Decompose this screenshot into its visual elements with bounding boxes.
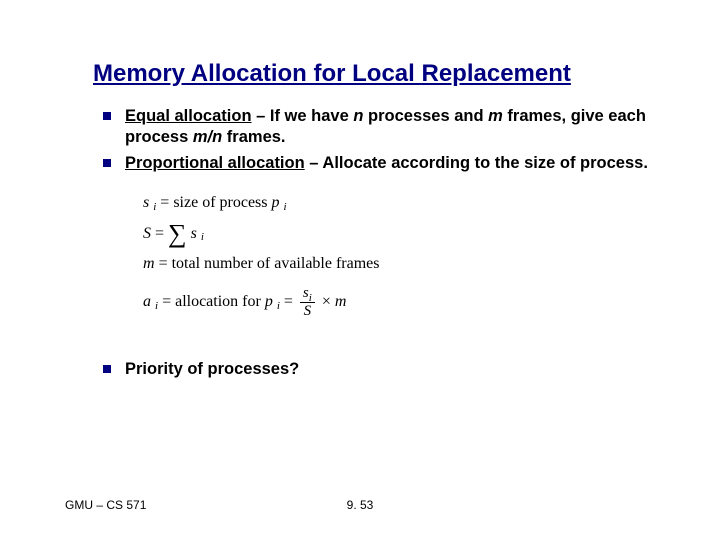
bullet-text: Equal allocation – If we have n processe… [125, 106, 660, 149]
sym: S [143, 219, 151, 249]
bullet-item: Priority of processes? [103, 359, 660, 380]
bullet-item: Equal allocation – If we have n processe… [103, 106, 660, 149]
sym: S [301, 303, 315, 320]
sub: i [155, 296, 158, 317]
text: – Allocate according to the size of proc… [305, 154, 648, 172]
bullet-icon [103, 159, 111, 167]
bullet-icon [103, 365, 111, 373]
sym: p [265, 287, 273, 317]
sym: s [143, 188, 149, 218]
footer-course: GMU – CS 571 [65, 498, 146, 512]
text: frames. [222, 128, 285, 146]
sum-icon: ∑ [168, 224, 187, 245]
term: Proportional allocation [125, 154, 305, 172]
formula-line: S = ∑ si [143, 219, 660, 249]
sym: a [143, 287, 151, 317]
bullet-text: Proportional allocation – Allocate accor… [125, 153, 648, 174]
sym: s [191, 219, 197, 249]
formula-block: si = size of process pi S = ∑ si m = tot… [143, 188, 660, 319]
bullet-icon [103, 112, 111, 120]
formula-line: m = total number of available frames [143, 249, 660, 279]
text: × [322, 287, 331, 317]
formula-line: ai = allocation for pi = si S × m [143, 285, 660, 319]
bullet-text: Priority of processes? [125, 359, 299, 380]
sym: p [272, 188, 280, 218]
sub: i [277, 296, 280, 317]
var: m/n [193, 128, 222, 146]
text: = total number of available frames [159, 249, 380, 279]
bullet-item: Proportional allocation – Allocate accor… [103, 153, 660, 174]
term: Equal allocation [125, 107, 252, 125]
slide-title: Memory Allocation for Local Replacement [93, 60, 660, 88]
sym: m [335, 287, 347, 317]
sub: i [284, 197, 287, 218]
var: m [488, 107, 503, 125]
sub: i [153, 197, 156, 218]
text: = [284, 287, 293, 317]
var: n [353, 107, 363, 125]
fraction: si S [300, 285, 315, 319]
bullet-list: Equal allocation – If we have n processe… [103, 106, 660, 381]
footer-page: 9. 53 [347, 498, 374, 512]
sub: i [201, 227, 204, 248]
text: = [155, 219, 164, 249]
text: = size of process [160, 188, 267, 218]
text: – If we have [252, 107, 354, 125]
sym: m [143, 249, 155, 279]
text: processes and [363, 107, 488, 125]
sub: i [309, 292, 312, 304]
formula-line: si = size of process pi [143, 188, 660, 218]
text: = allocation for [162, 287, 261, 317]
sym: s [303, 285, 309, 301]
